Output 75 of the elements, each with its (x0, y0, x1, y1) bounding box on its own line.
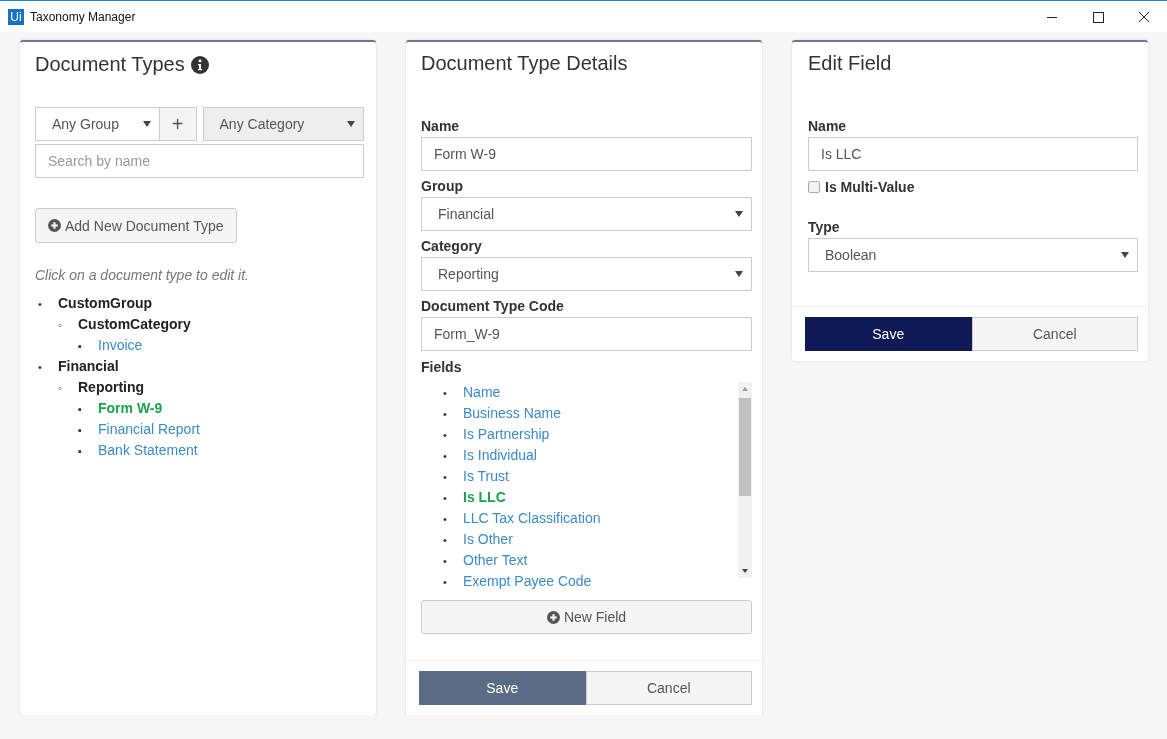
text-field[interactable]: Form W-9 (421, 137, 752, 171)
save-button[interactable]: Save (419, 671, 586, 705)
dropdown[interactable]: Reporting (421, 257, 752, 291)
field-link[interactable]: Other Text (463, 552, 528, 568)
bullet: ▪ (78, 423, 83, 438)
field-link[interactable]: Name (463, 384, 501, 400)
category-label: CustomCategory (78, 316, 191, 332)
group-label: CustomGroup (58, 295, 153, 311)
caret-icon (1121, 252, 1129, 258)
document-type-link[interactable]: Invoice (98, 337, 143, 353)
bullet: ▪ (78, 339, 83, 354)
field-label: Name (421, 118, 461, 134)
bullet: • (443, 449, 448, 464)
checkbox-label: Is Multi-Value (825, 179, 915, 195)
cancel-button[interactable]: Cancel (585, 671, 752, 705)
bullet: • (443, 386, 448, 401)
scrollbar-drawing[interactable] (738, 382, 752, 578)
add-document-type-button[interactable]: Add New Document Type (35, 208, 237, 243)
field-link[interactable]: Is Trust (463, 468, 509, 484)
field-link[interactable]: Is Other (463, 531, 513, 547)
bullet: • (443, 575, 448, 590)
bullet: ▪ (78, 402, 83, 417)
app-logo: Ui (8, 8, 24, 25)
text-field[interactable]: Is LLC (808, 137, 1138, 171)
group-dropdown[interactable]: Any Group (35, 107, 160, 141)
checkbox[interactable] (808, 181, 820, 193)
field-label: Type (808, 219, 841, 235)
panel-title: Document Type Details (421, 52, 629, 75)
caret-icon (735, 271, 743, 277)
cancel-button[interactable]: Cancel (971, 317, 1138, 351)
text-field[interactable]: Form_W-9 (421, 317, 752, 351)
document-type-link[interactable]: Form W-9 (98, 400, 163, 416)
bullet: • (443, 512, 448, 527)
type-dropdown[interactable]: Boolean (808, 238, 1138, 272)
field-link[interactable]: Is Partnership (463, 426, 550, 442)
panel-title: Document Types (35, 53, 185, 76)
field-label: Group (421, 178, 464, 194)
bullet: • (38, 297, 43, 312)
add-group-button[interactable]: + (159, 107, 197, 141)
field-link[interactable]: Business Name (463, 405, 562, 421)
plus-circle-icon (48, 219, 61, 232)
bullet: • (443, 428, 448, 443)
field-label: Name (808, 118, 848, 134)
bullet: ◦ (58, 318, 63, 333)
dropdown[interactable]: Financial (421, 197, 752, 231)
field-link[interactable]: Is LLC (463, 489, 506, 505)
field-link[interactable]: Exempt Payee Code (463, 573, 592, 589)
field-label: Category (421, 238, 483, 254)
panel-title: Edit Field (808, 52, 893, 75)
bullet: ◦ (58, 381, 63, 396)
bullet: • (443, 470, 448, 485)
caret-icon (735, 211, 743, 217)
save-button[interactable]: Save (805, 317, 972, 351)
hint-text: Click on a document type to edit it. (35, 267, 250, 283)
field-link[interactable]: LLC Tax Classification (463, 510, 601, 526)
new-field-button[interactable]: New Field (421, 600, 752, 634)
document-type-link[interactable]: Financial Report (98, 421, 200, 437)
bullet: ▪ (78, 444, 83, 459)
bullet: • (443, 533, 448, 548)
bullet: • (443, 554, 448, 569)
category-label: Reporting (78, 379, 145, 395)
field-label: Fields (421, 359, 463, 375)
bullet: • (443, 491, 448, 506)
caret-icon (347, 121, 355, 127)
document-type-link[interactable]: Bank Statement (98, 442, 198, 458)
search-field[interactable]: Search by name (35, 144, 364, 178)
field-label: Document Type Code (421, 298, 565, 314)
group-label: Financial (58, 358, 119, 374)
window-title: Taxonomy Manager (30, 9, 136, 24)
bullet: • (38, 360, 43, 375)
bullet: • (443, 407, 448, 422)
field-link[interactable]: Is Individual (463, 447, 537, 463)
info-icon[interactable] (190, 55, 209, 74)
plus-circle-icon (546, 610, 560, 624)
caret-icon (142, 121, 151, 127)
